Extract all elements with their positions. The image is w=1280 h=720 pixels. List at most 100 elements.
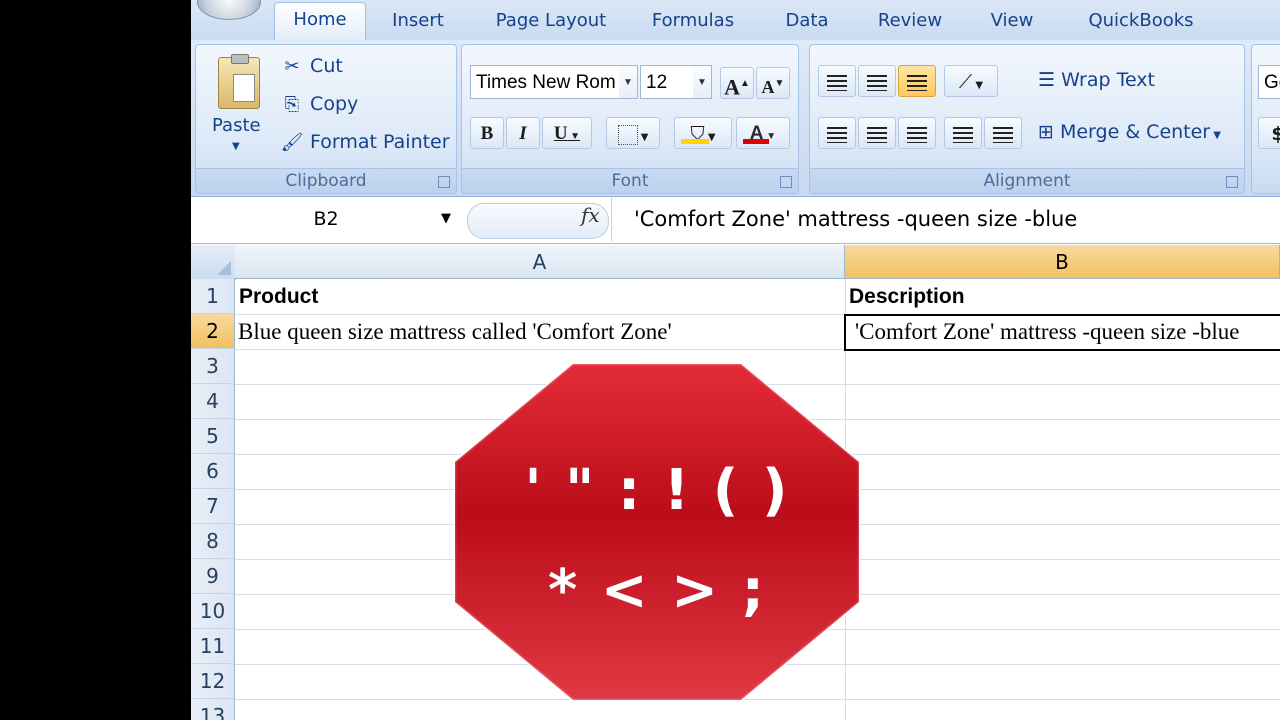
- tab-formulas[interactable]: Formulas: [643, 4, 743, 38]
- ribbon-tabs: Home Insert Page Layout Formulas Data Re…: [191, 0, 1280, 41]
- align-right-button[interactable]: [898, 117, 936, 149]
- number-format-value: Ge: [1264, 72, 1280, 93]
- underline-icon: U: [553, 123, 568, 144]
- copy-button[interactable]: ⎘ Copy: [280, 93, 358, 115]
- select-all-button[interactable]: [191, 245, 236, 280]
- shrink-font-button[interactable]: A▼: [756, 67, 790, 99]
- row-header-11[interactable]: 11: [191, 629, 235, 664]
- insert-function-icon[interactable]: fx: [581, 203, 600, 227]
- orientation-button[interactable]: ⟋ ▼: [944, 65, 998, 97]
- row-header-1[interactable]: 1: [191, 279, 235, 314]
- wrap-text-label: Wrap Text: [1061, 69, 1155, 91]
- borders-button[interactable]: ▼: [606, 117, 660, 149]
- formula-bar: B2 ▼ fx 'Comfort Zone' mattress -queen s…: [191, 197, 1280, 244]
- wrap-text-icon: ☰: [1038, 69, 1062, 91]
- name-box[interactable]: B2: [191, 197, 461, 241]
- number-group: Ge $: [1251, 44, 1280, 194]
- alignment-launcher-icon[interactable]: [1226, 176, 1238, 188]
- align-left-button[interactable]: [818, 117, 856, 149]
- row-header-5[interactable]: 5: [191, 419, 235, 454]
- cut-label: Cut: [310, 55, 343, 77]
- column-header-b[interactable]: B: [845, 245, 1280, 279]
- alignment-group: ⟋ ▼ ☰ Wrap Text ⊞ Merge & Center ▼ Align…: [809, 44, 1245, 194]
- paste-label: Paste: [212, 115, 261, 136]
- shrink-font-icon: A: [761, 77, 775, 97]
- center-icon: [867, 126, 887, 143]
- middle-align-icon: [867, 74, 887, 91]
- fill-color-button[interactable]: ⛉ ▼: [674, 117, 732, 149]
- row-header-7[interactable]: 7: [191, 489, 235, 524]
- bottom-align-button[interactable]: [898, 65, 936, 97]
- font-color-button[interactable]: A ▼: [736, 117, 790, 149]
- row-header-6[interactable]: 6: [191, 454, 235, 489]
- ribbon: Paste ▼ ✂ Cut ⎘ Copy 🖌 Format Painter Cl…: [191, 40, 1280, 197]
- merge-center-icon: ⊞: [1038, 121, 1060, 143]
- font-group-label: Font: [462, 168, 798, 193]
- font-launcher-icon[interactable]: [780, 176, 792, 188]
- underline-button[interactable]: U ▼: [542, 117, 592, 149]
- font-label-text: Font: [611, 171, 649, 191]
- font-name-dropdown-icon[interactable]: ▼: [619, 66, 637, 98]
- row-header-2[interactable]: 2: [191, 314, 235, 349]
- font-color-swatch: [743, 139, 769, 144]
- grow-font-button[interactable]: A▲: [720, 67, 754, 99]
- paste-dropdown-icon[interactable]: ▼: [232, 141, 240, 152]
- top-align-button[interactable]: [818, 65, 856, 97]
- row-header-12[interactable]: 12: [191, 664, 235, 699]
- font-name-value: Times New Rom: [476, 72, 616, 93]
- align-right-icon: [907, 126, 927, 143]
- active-cell-border: [844, 314, 1280, 351]
- currency-button[interactable]: $: [1258, 117, 1280, 149]
- name-box-dropdown-icon[interactable]: ▼: [441, 211, 451, 226]
- fill-color-swatch: [681, 139, 709, 144]
- merge-center-label: Merge & Center: [1059, 121, 1211, 143]
- copy-label: Copy: [310, 93, 359, 115]
- increase-indent-button[interactable]: [984, 117, 1022, 149]
- grow-font-icon: A: [724, 74, 740, 100]
- row-header-8[interactable]: 8: [191, 524, 235, 559]
- font-size-value: 12: [646, 72, 668, 93]
- stop-sign-line-1: ' " : ! ( ): [524, 458, 790, 523]
- row-header-10[interactable]: 10: [191, 594, 235, 629]
- cell-b1[interactable]: Description: [845, 279, 1279, 314]
- tab-view[interactable]: View: [981, 4, 1043, 38]
- column-header-a[interactable]: A: [235, 245, 845, 279]
- number-format-box[interactable]: Ge: [1258, 65, 1280, 99]
- middle-align-button[interactable]: [858, 65, 896, 97]
- clipboard-launcher-icon[interactable]: [438, 176, 450, 188]
- italic-button[interactable]: I: [506, 117, 540, 149]
- format-painter-button[interactable]: 🖌 Format Painter: [280, 131, 450, 153]
- bottom-align-icon: [907, 74, 927, 91]
- wrap-text-button[interactable]: ☰ Wrap Text: [1038, 69, 1155, 91]
- row-header-4[interactable]: 4: [191, 384, 235, 419]
- alignment-group-label: Alignment: [810, 168, 1244, 193]
- paste-icon: [218, 54, 260, 109]
- center-button[interactable]: [858, 117, 896, 149]
- borders-icon: [617, 124, 638, 145]
- stop-sign-line-2: * < > ;: [547, 558, 766, 623]
- align-left-icon: [827, 126, 847, 143]
- copy-icon: ⎘: [284, 94, 300, 115]
- bold-button[interactable]: B: [470, 117, 504, 149]
- merge-center-button[interactable]: ⊞ Merge & Center ▼: [1038, 121, 1221, 143]
- clipboard-label-text: Clipboard: [285, 171, 367, 191]
- decrease-indent-button[interactable]: [944, 117, 982, 149]
- clipboard-group: Paste ▼ ✂ Cut ⎘ Copy 🖌 Format Painter Cl…: [195, 44, 457, 194]
- tab-home[interactable]: Home: [274, 2, 366, 41]
- cut-button[interactable]: ✂ Cut: [280, 55, 343, 77]
- row-header-9[interactable]: 9: [191, 559, 235, 594]
- formula-input[interactable]: 'Comfort Zone' mattress -queen size -blu…: [611, 197, 1077, 241]
- tab-quickbooks[interactable]: QuickBooks: [1077, 4, 1205, 38]
- cell-a2[interactable]: Blue queen size mattress called 'Comfort…: [235, 314, 844, 349]
- row-header-13[interactable]: 13: [191, 699, 235, 720]
- cell-a1[interactable]: Product: [235, 279, 845, 314]
- font-size-dropdown-icon[interactable]: ▼: [693, 66, 711, 98]
- font-name-box[interactable]: Times New Rom ▼: [470, 65, 638, 99]
- tab-review[interactable]: Review: [869, 4, 951, 38]
- tab-insert[interactable]: Insert: [378, 4, 458, 38]
- tab-data[interactable]: Data: [777, 4, 837, 38]
- row-header-3[interactable]: 3: [191, 349, 235, 384]
- font-size-box[interactable]: 12 ▼: [640, 65, 712, 99]
- tab-page-layout[interactable]: Page Layout: [485, 4, 617, 38]
- office-button[interactable]: [197, 0, 261, 20]
